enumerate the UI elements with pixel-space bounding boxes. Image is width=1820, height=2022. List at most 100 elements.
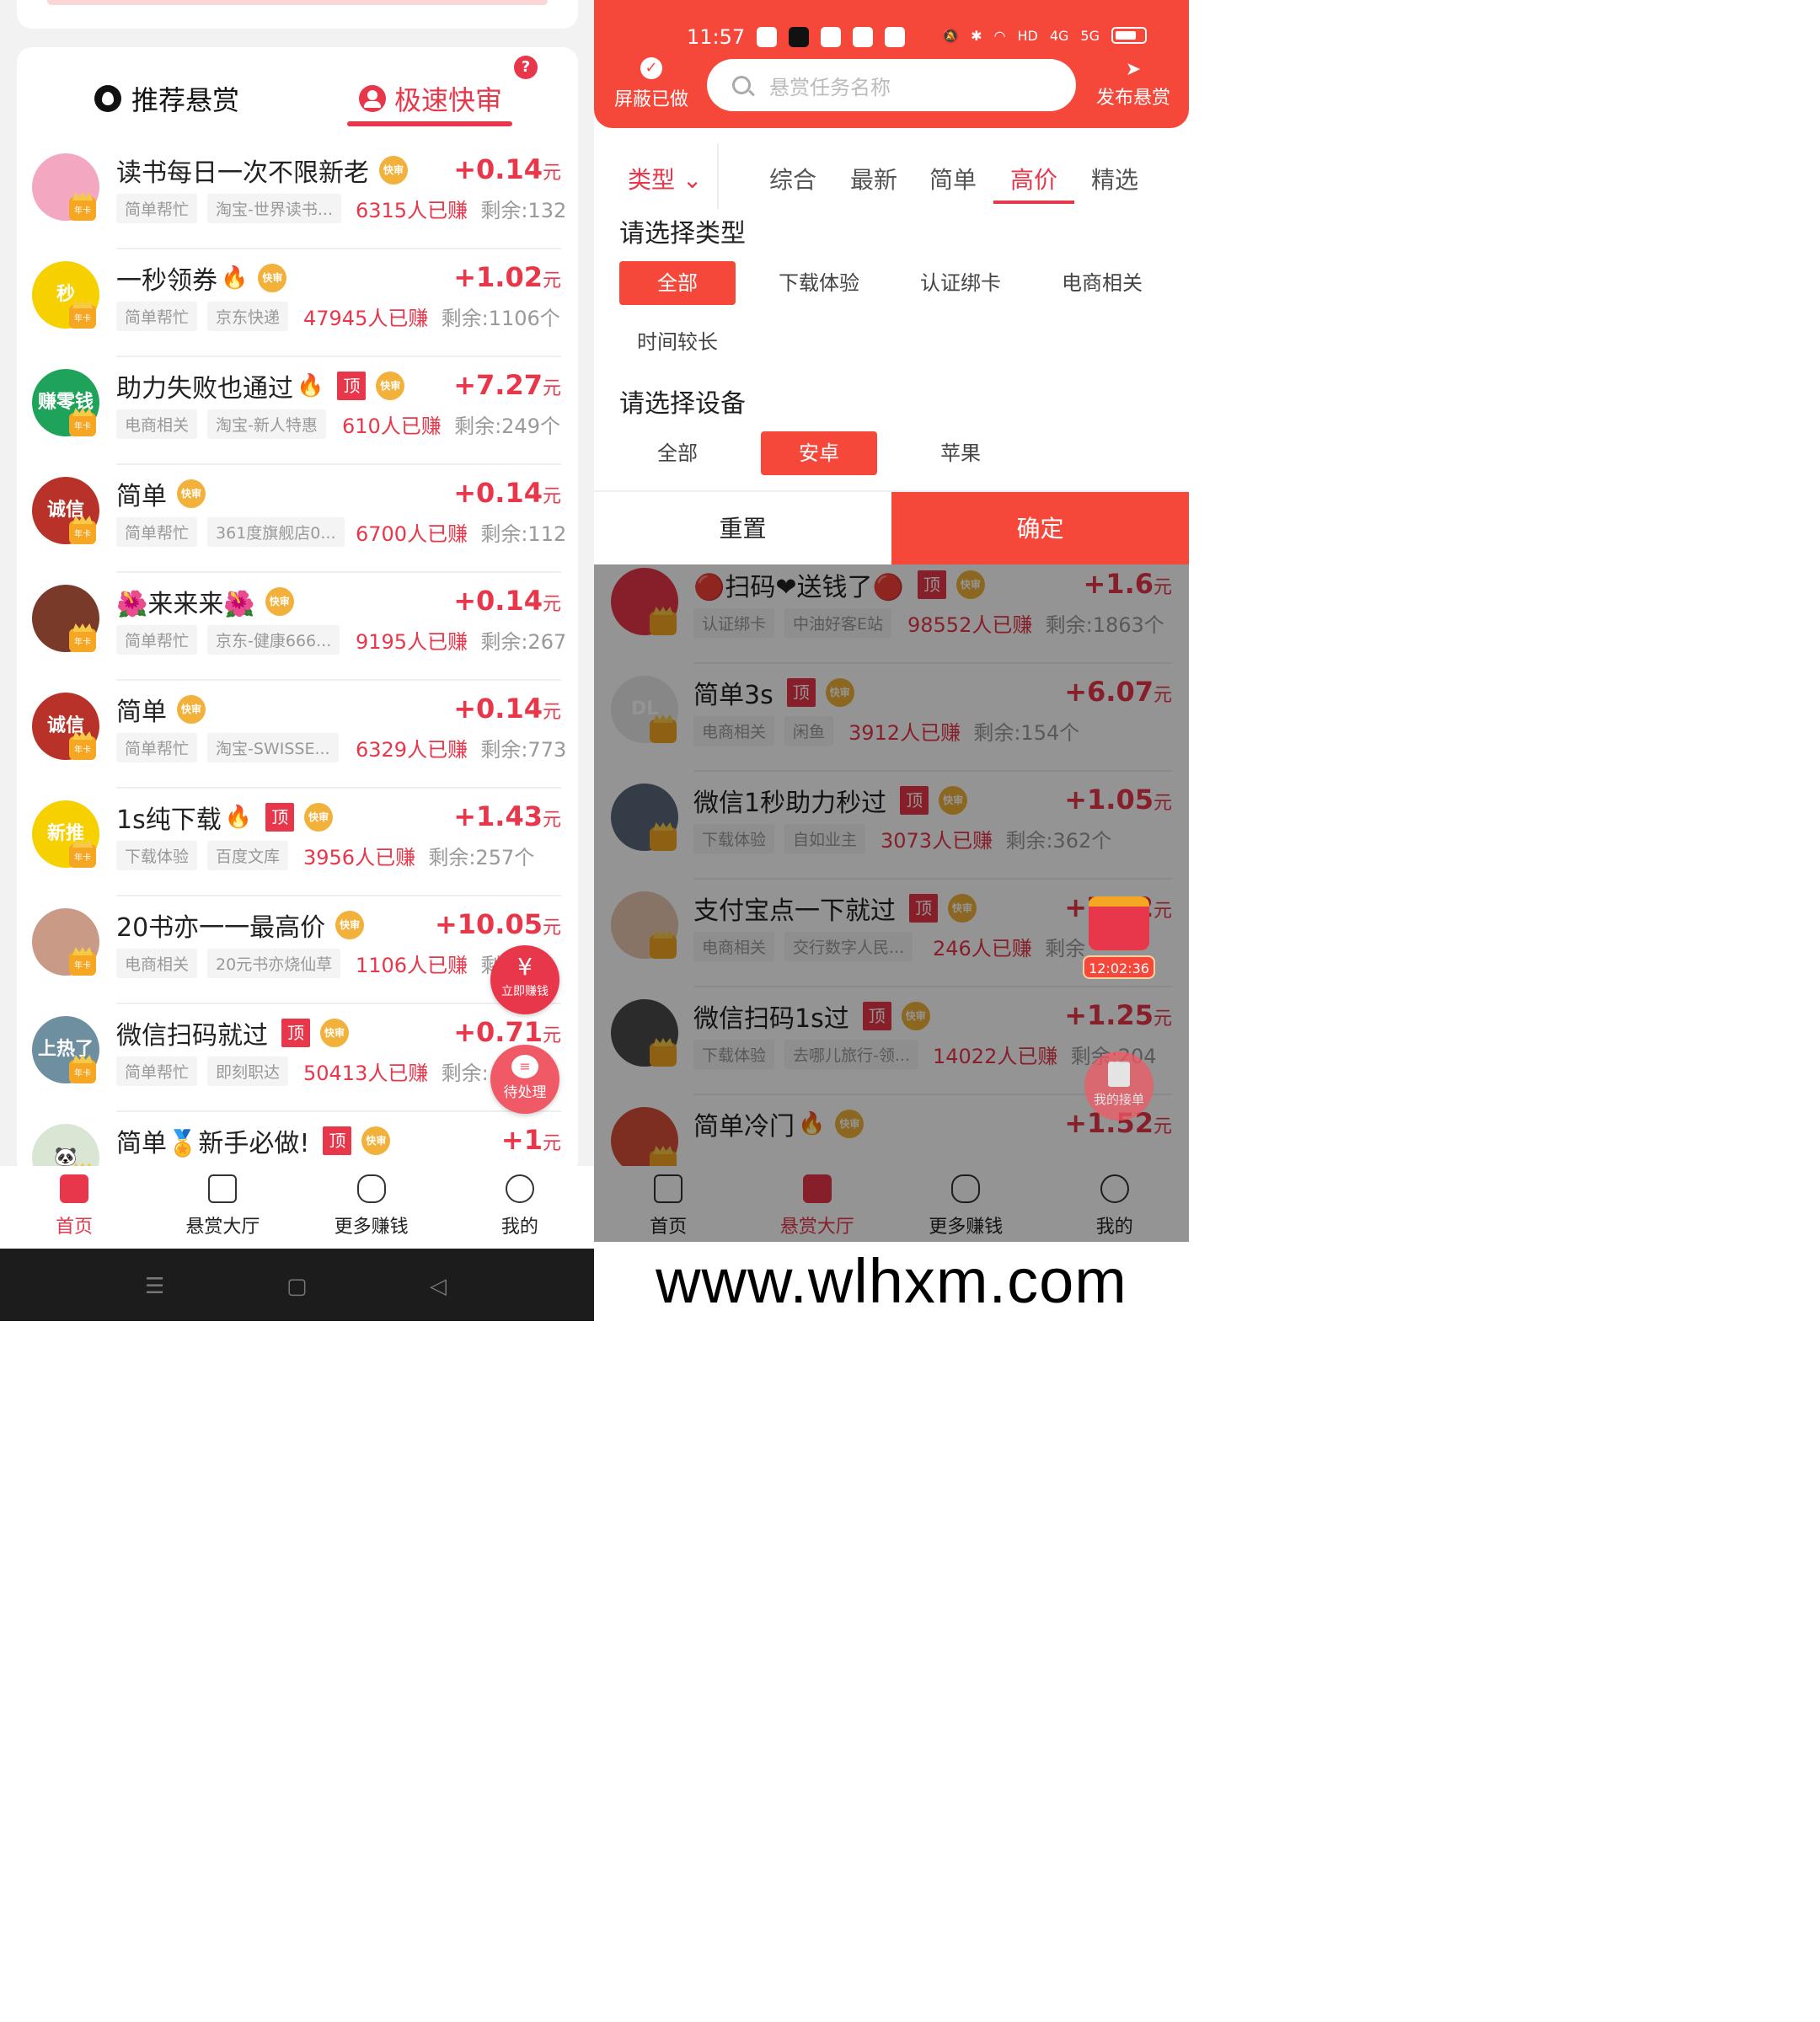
earned-count: 610人已赚 xyxy=(342,415,442,438)
price-unit: 元 xyxy=(542,378,561,399)
task-title-text: 一秒领券 xyxy=(116,266,217,296)
task-tag: 电商相关 xyxy=(116,409,198,439)
price-unit: 元 xyxy=(542,917,561,939)
earn-now-label: 立即赚钱 xyxy=(501,985,549,998)
fire-icon: 🔥 xyxy=(297,373,324,399)
menu-icon[interactable]: ☰ xyxy=(145,1274,164,1299)
sort-indicator xyxy=(993,201,1074,204)
confirm-button[interactable]: 确定 xyxy=(891,492,1189,566)
task-row[interactable]: 赚零钱 年卡 助力失败也通过 🔥 顶快审 +7.27元 电商相关 淘宝-新人特惠 610人已赚 … xyxy=(17,357,578,465)
earned-count: 50413人已赚 xyxy=(303,1062,429,1085)
price-unit: 元 xyxy=(542,594,561,615)
status-time: 11:57 xyxy=(687,25,746,49)
left-screen: 推荐悬赏 极速快审 ? 年卡 读书每日一次不限新老 快审 +0.14元 简单帮忙 淘宝-世… xyxy=(0,0,594,1321)
hide-done-button[interactable]: ✓ 屏蔽已做 xyxy=(611,57,692,111)
filter-actions: 重置 确定 xyxy=(594,490,1189,566)
task-stats: 6700人已赚 剩余:112 xyxy=(356,517,566,547)
help-icon[interactable]: ? xyxy=(514,56,538,79)
my-orders-button[interactable]: 我的接单 xyxy=(1084,1051,1154,1121)
sort-simple[interactable]: 简单 xyxy=(929,162,977,195)
device-chip-android[interactable]: 安卓 xyxy=(761,431,877,475)
sort-latest[interactable]: 最新 xyxy=(850,162,897,195)
tag-list: 简单帮忙 淘宝-世界读书... xyxy=(116,194,351,223)
back-icon[interactable]: ◁ xyxy=(430,1274,447,1299)
task-tag: 简单帮忙 xyxy=(116,517,198,547)
sort-featured[interactable]: 精选 xyxy=(1091,162,1138,195)
task-tag: 20元书亦烧仙草 xyxy=(207,949,341,978)
wifi-icon: ◠ xyxy=(993,27,1006,44)
nav-mine[interactable]: 我的 xyxy=(446,1166,594,1249)
remaining-count: 剩余:132 xyxy=(480,199,567,222)
reward-price: +0.14元 xyxy=(453,585,561,617)
earn-now-button[interactable]: ¥ 立即赚钱 xyxy=(490,945,559,1014)
search-input[interactable]: 悬赏任务名称 xyxy=(707,59,1076,111)
fast-review-badge: 快审 xyxy=(361,1126,391,1155)
type-chip-verify[interactable]: 认证绑卡 xyxy=(902,261,1019,305)
price-value: +10.05 xyxy=(434,908,543,940)
home-key-icon[interactable]: ▢ xyxy=(286,1274,308,1299)
nav-reward-hall[interactable]: 悬赏大厅 xyxy=(148,1166,297,1249)
watermark: www.wlhxm.com xyxy=(594,1242,1189,1321)
nav-home[interactable]: 首页 xyxy=(0,1166,148,1249)
top-badge: 顶 xyxy=(337,372,367,400)
tab-fast-review[interactable]: 极速快审 xyxy=(359,79,502,118)
type-chip-download[interactable]: 下载体验 xyxy=(761,261,877,305)
red-packet-button[interactable]: 12:02:36 xyxy=(1083,896,1155,981)
tag-list: 电商相关 20元书亦烧仙草 xyxy=(116,949,351,978)
task-row[interactable]: 新推 年卡 1s纯下载 🔥 顶快审 +1.43元 下载体验 百度文库 3956人已赚 剩余:25… xyxy=(17,789,578,896)
task-tag: 简单帮忙 xyxy=(116,194,198,223)
type-filter-dropdown[interactable]: 类型 ⌄ xyxy=(628,162,702,195)
fast-review-badge: 快审 xyxy=(376,372,405,400)
nianka-badge: 年卡 xyxy=(69,305,96,329)
remaining-count: 剩余:257个 xyxy=(428,846,535,869)
task-row[interactable]: 诚信 年卡 简单 快审 +0.14元 简单帮忙 361度旗舰店0... 6700人已赚 剩余:… xyxy=(17,465,578,573)
earned-count: 1106人已赚 xyxy=(356,954,468,977)
browser-icon xyxy=(821,27,842,47)
task-row[interactable]: 秒年卡 一秒领券 🔥 快审 +1.02元 简单帮忙 京东快递 47945人已赚 剩余:1106… xyxy=(17,249,578,357)
task-tag: 即刻职达 xyxy=(207,1056,289,1086)
task-title-text: 简单🏅新手必做! xyxy=(116,1129,310,1158)
task-title-text: 🌺来来来🌺 xyxy=(116,590,255,619)
tab-recommend[interactable]: 推荐悬赏 xyxy=(94,79,239,118)
nav-reward-hall-label: 悬赏大厅 xyxy=(185,1217,260,1238)
publish-button[interactable]: ➤ 发布悬赏 xyxy=(1091,57,1175,110)
sort-comprehensive[interactable]: 综合 xyxy=(769,162,816,195)
sort-high-price[interactable]: 高价 xyxy=(1010,162,1057,195)
previous-card xyxy=(17,0,578,29)
earned-count: 6700人已赚 xyxy=(356,522,468,546)
type-chip-all[interactable]: 全部 xyxy=(619,261,736,305)
remaining-count: 剩余:1106个 xyxy=(441,307,560,330)
weibo-icon xyxy=(885,27,906,47)
reward-price: +0.14元 xyxy=(453,693,561,725)
type-chip-long[interactable]: 时间较长 xyxy=(619,320,736,364)
price-unit: 元 xyxy=(542,810,561,831)
task-row[interactable]: 年卡 🌺来来来🌺 快审 +0.14元 简单帮忙 京东-健康666... 9195人已赚 剩余… xyxy=(17,573,578,681)
task-row[interactable]: 年卡 读书每日一次不限新老 快审 +0.14元 简单帮忙 淘宝-世界读书... 6315人已… xyxy=(17,142,578,249)
pending-button[interactable]: ≡ 待处理 xyxy=(490,1045,559,1114)
task-title-text: 读书每日一次不限新老 xyxy=(116,158,369,188)
nav-more-earn-label: 更多赚钱 xyxy=(334,1217,409,1238)
hide-done-label: 屏蔽已做 xyxy=(613,89,688,110)
device-chip-all[interactable]: 全部 xyxy=(619,431,736,475)
task-title: 简单 快审 xyxy=(116,475,206,512)
remaining-count: 剩余:773 xyxy=(480,738,567,762)
device-chip-ios[interactable]: 苹果 xyxy=(902,431,1019,475)
task-row[interactable]: 诚信 年卡 简单 快审 +0.14元 简单帮忙 淘宝-SWISSE... 6329人已赚 剩余… xyxy=(17,681,578,789)
remaining-count: 剩余:267 xyxy=(480,630,567,654)
fast-review-badge: 快审 xyxy=(177,695,206,724)
task-title: 20书亦一一最高价 快审 xyxy=(116,907,365,944)
pending-label: 待处理 xyxy=(503,1084,547,1101)
reset-button[interactable]: 重置 xyxy=(594,492,891,566)
task-title: 一秒领券 🔥 快审 xyxy=(116,259,287,297)
task-stats: 6329人已赚 剩余:773 xyxy=(356,733,566,762)
price-value: +1.43 xyxy=(453,800,543,832)
price-value: +1.02 xyxy=(453,261,543,293)
type-chip-ecommerce[interactable]: 电商相关 xyxy=(1044,261,1160,305)
task-tag: 简单帮忙 xyxy=(116,302,198,331)
reward-price: +0.14元 xyxy=(453,153,561,185)
document-icon xyxy=(1108,1062,1130,1087)
task-stats: 9195人已赚 剩余:267 xyxy=(356,625,566,655)
tag-list: 简单帮忙 京东快递 xyxy=(116,302,298,331)
price-value: +0.14 xyxy=(453,153,543,185)
nav-more-earn[interactable]: 更多赚钱 xyxy=(297,1166,446,1249)
